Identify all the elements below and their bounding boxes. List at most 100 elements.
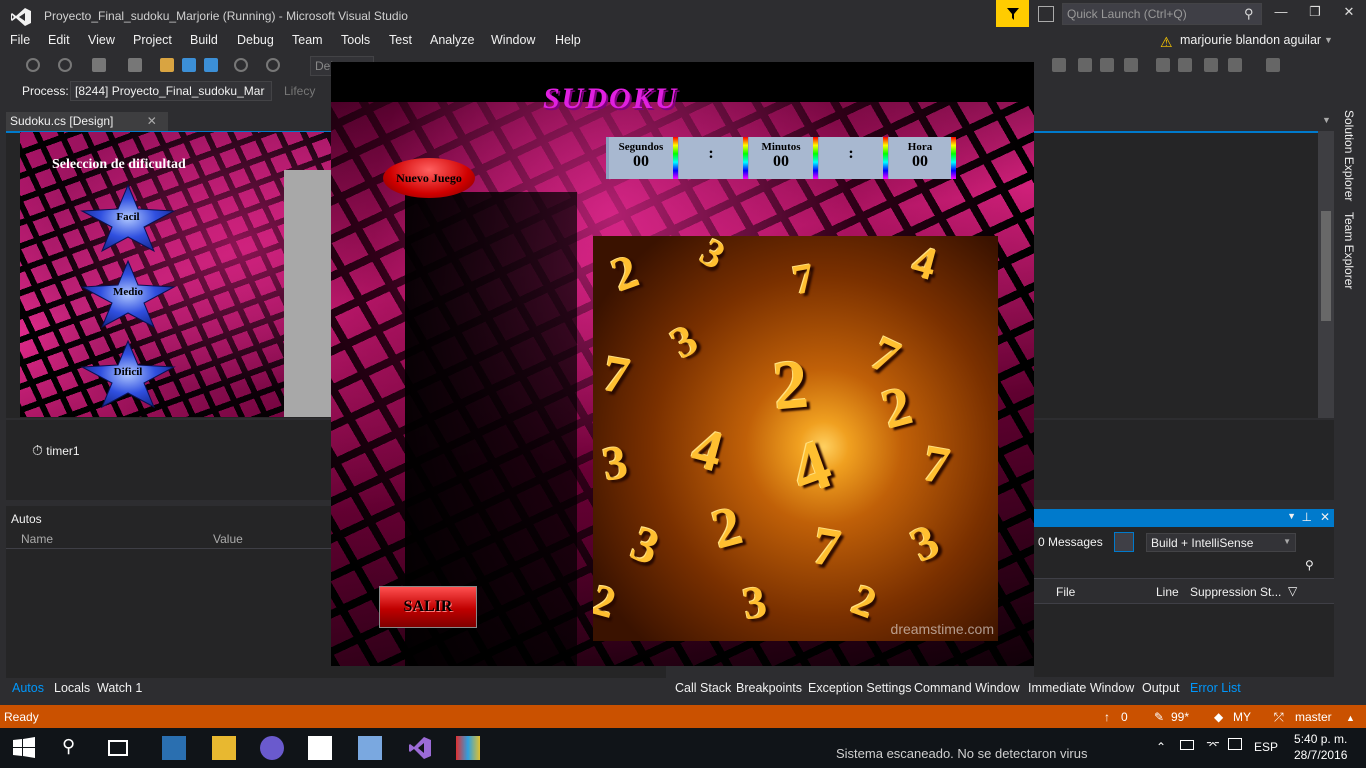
clear-filter-icon[interactable] [1114, 532, 1134, 552]
close-button[interactable]: ✕ [1338, 4, 1360, 24]
windows-start-icon[interactable] [12, 736, 36, 760]
tab-error-list[interactable]: Error List [1190, 681, 1241, 695]
menu-file[interactable]: File [10, 33, 30, 47]
browser-icon[interactable] [260, 736, 284, 760]
notification-flag-button[interactable] [996, 0, 1029, 27]
running-app-icon[interactable] [456, 736, 480, 760]
build-intellisense-select[interactable]: Build + IntelliSense ▼ [1146, 533, 1296, 552]
error-list-titlebar[interactable]: ▼ ⊥ ✕ [1034, 509, 1334, 527]
tab-watch1[interactable]: Watch 1 [97, 681, 142, 695]
visual-studio-taskbar-icon[interactable] [408, 736, 432, 760]
new-item-icon[interactable] [128, 58, 142, 72]
bring-front-icon[interactable] [1204, 58, 1218, 72]
tab-overflow-icon[interactable]: ▼ [1322, 115, 1331, 125]
tray-chevron-icon[interactable]: ⌃ [1156, 740, 1166, 754]
line-column-header[interactable]: Line [1156, 585, 1179, 599]
suppression-column-header[interactable]: Suppression St... [1190, 585, 1281, 599]
solution-explorer-tab[interactable]: Solution Explorer [1342, 110, 1356, 201]
team-explorer-tab[interactable]: Team Explorer [1342, 212, 1356, 289]
feedback-icon[interactable] [1038, 6, 1054, 22]
menu-window[interactable]: Window [491, 33, 535, 47]
chevron-down-icon[interactable]: ▼ [1324, 35, 1333, 45]
new-game-button[interactable]: Nuevo Juego [383, 158, 475, 198]
tab-locals[interactable]: Locals [54, 681, 90, 695]
branch-icon: ⤱ [1274, 710, 1284, 724]
language-indicator[interactable]: ESP [1254, 740, 1278, 754]
align-left-icon[interactable] [1052, 58, 1066, 72]
spacing-vertical-icon[interactable] [1178, 58, 1192, 72]
search-error-list-icon[interactable]: ⚲ [1305, 558, 1314, 572]
new-project-icon[interactable] [92, 58, 106, 72]
chevron-up-icon[interactable]: ▲ [1346, 713, 1355, 723]
menu-debug[interactable]: Debug [237, 33, 274, 47]
toolbar-overflow-icon[interactable] [1266, 58, 1280, 72]
menu-analyze[interactable]: Analyze [430, 33, 474, 47]
undo-icon[interactable] [234, 58, 248, 72]
align-center-icon[interactable] [1078, 58, 1092, 72]
minimize-button[interactable]: — [1270, 4, 1292, 24]
align-right-icon[interactable] [1100, 58, 1114, 72]
menu-build[interactable]: Build [190, 33, 218, 47]
repository-name[interactable]: MY [1233, 710, 1251, 724]
tab-output[interactable]: Output [1142, 681, 1180, 695]
app-icon[interactable] [162, 736, 186, 760]
file-column-header[interactable]: File [1056, 585, 1075, 599]
file-explorer-icon[interactable] [212, 736, 236, 760]
close-icon[interactable]: ✕ [1320, 510, 1330, 524]
wifi-icon[interactable]: ⌤ [1206, 738, 1220, 752]
clock[interactable]: 5:40 p. m. 28/7/2016 [1294, 731, 1347, 763]
menu-test[interactable]: Test [389, 33, 412, 47]
menu-help[interactable]: Help [555, 33, 581, 47]
task-view-icon[interactable] [108, 740, 128, 756]
lifecycle-events-label[interactable]: Lifecy [284, 84, 315, 98]
tab-exception-settings[interactable]: Exception Settings [808, 681, 912, 695]
spacing-icon[interactable] [1156, 58, 1170, 72]
redo-icon[interactable] [266, 58, 280, 72]
tab-immediate-window[interactable]: Immediate Window [1028, 681, 1134, 695]
menu-edit[interactable]: Edit [48, 33, 70, 47]
search-icon[interactable]: ⚲ [1244, 6, 1254, 22]
menu-project[interactable]: Project [133, 33, 172, 47]
autos-name-header[interactable]: Name [21, 532, 53, 546]
messages-filter-button[interactable]: 0 Messages [1038, 535, 1103, 549]
battery-icon[interactable] [1180, 740, 1194, 750]
process-select[interactable]: [8244] Proyecto_Final_sudoku_Mar [70, 81, 272, 101]
save-all-icon[interactable] [204, 58, 218, 72]
sudoku-window[interactable]: SUDOKU Nuevo Juego Segundos 00 : Minutos… [331, 62, 1034, 666]
align-top-icon[interactable] [1124, 58, 1138, 72]
pending-changes[interactable]: 99* [1171, 710, 1189, 724]
document-tab[interactable]: Sudoku.cs [Design] ✕ [6, 112, 168, 131]
exit-button[interactable]: SALIR [379, 586, 477, 628]
quick-launch-input[interactable]: Quick Launch (Ctrl+Q) [1062, 3, 1262, 25]
back-icon[interactable] [26, 58, 40, 72]
user-account[interactable]: marjourie blandon aguilar [1180, 33, 1321, 47]
timer-component[interactable]: ⏱ timer1 [32, 442, 80, 459]
tab-autos[interactable]: Autos [12, 681, 44, 695]
dropdown-icon[interactable]: ▼ [1287, 511, 1296, 521]
close-tab-icon[interactable]: ✕ [147, 114, 157, 128]
menu-tools[interactable]: Tools [341, 33, 370, 47]
forward-icon[interactable] [58, 58, 72, 72]
menu-team[interactable]: Team [292, 33, 323, 47]
antivirus-notification[interactable]: Sistema escaneado. No se detectaron viru… [836, 746, 1087, 761]
search-icon[interactable]: ⚲ [62, 736, 86, 760]
designer-scrollbar[interactable] [1318, 131, 1334, 418]
send-back-icon[interactable] [1228, 58, 1242, 72]
designer-panel[interactable] [284, 170, 332, 417]
network-app-icon[interactable] [358, 736, 382, 760]
unpushed-count[interactable]: 0 [1121, 710, 1128, 724]
autos-value-header[interactable]: Value [213, 532, 243, 546]
message-icon[interactable] [1228, 738, 1242, 750]
save-icon[interactable] [182, 58, 196, 72]
tab-breakpoints[interactable]: Breakpoints [736, 681, 802, 695]
store-icon[interactable] [308, 736, 332, 760]
pin-icon[interactable]: ⊥ [1302, 510, 1312, 524]
open-folder-icon[interactable] [160, 58, 174, 72]
tab-call-stack[interactable]: Call Stack [675, 681, 731, 695]
filter-icon[interactable]: ▽ [1288, 584, 1297, 598]
maximize-button[interactable]: ❐ [1304, 4, 1326, 24]
tab-command-window[interactable]: Command Window [914, 681, 1020, 695]
seconds-value: 00 [633, 153, 649, 170]
branch-name[interactable]: master [1295, 710, 1332, 724]
menu-view[interactable]: View [88, 33, 115, 47]
